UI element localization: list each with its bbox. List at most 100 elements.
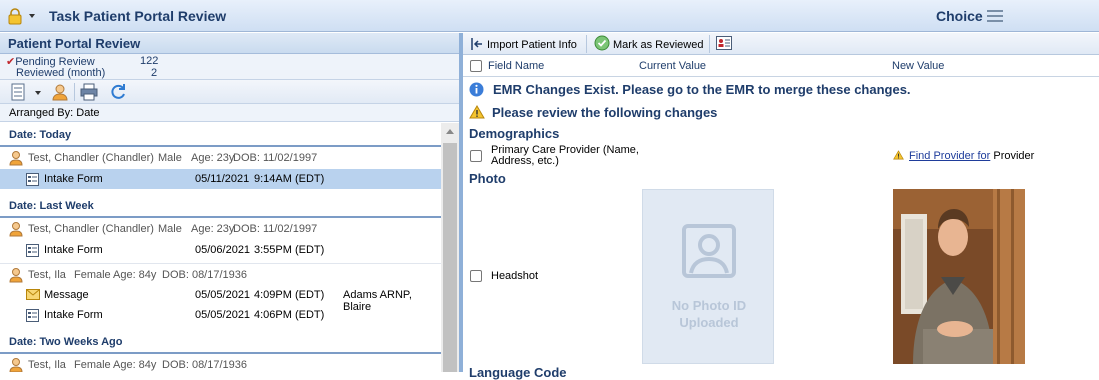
patient-dob: DOB: 08/17/1936 bbox=[162, 269, 248, 281]
import-patient-info-label: Import Patient Info bbox=[487, 39, 577, 51]
patient-name: Test, Ila bbox=[28, 269, 66, 281]
scroll-thumb[interactable] bbox=[443, 143, 457, 372]
patient-icon bbox=[9, 267, 23, 286]
patient-age: Age: 84y bbox=[113, 269, 157, 281]
import-patient-info-button[interactable]: Import Patient Info bbox=[470, 37, 577, 51]
patient-row[interactable]: Test, Ila Female Age: 84y DOB: 08/17/193… bbox=[0, 354, 441, 372]
patient-icon bbox=[9, 221, 23, 240]
refresh-icon[interactable] bbox=[109, 83, 127, 101]
item-time: 3:55PM (EDT) bbox=[254, 244, 325, 256]
patient-age: Age: 84y bbox=[113, 359, 157, 371]
no-photo-placeholder: No Photo ID Uploaded bbox=[642, 189, 774, 364]
window-title: Task Patient Portal Review bbox=[49, 8, 227, 24]
item-date: 05/06/2021 bbox=[195, 244, 251, 256]
form-icon bbox=[26, 173, 39, 189]
group-header-two-weeks-ago[interactable]: Date: Two Weeks Ago bbox=[0, 330, 441, 354]
view-options-chevron-down-icon[interactable] bbox=[35, 91, 41, 95]
patient-name: Test, Chandler (Chandler) bbox=[28, 223, 154, 235]
info-icon bbox=[469, 82, 484, 100]
item-time: 4:06PM (EDT) bbox=[254, 309, 325, 321]
no-photo-text: No Photo ID Uploaded bbox=[643, 297, 775, 331]
emr-changes-message: EMR Changes Exist. Please go to the EMR … bbox=[493, 82, 911, 97]
section-language-code: Language Code bbox=[469, 365, 567, 380]
patient-card-icon[interactable] bbox=[716, 36, 732, 53]
checkmark-icon: ✔ bbox=[6, 56, 16, 68]
patient-name: Test, Chandler (Chandler) bbox=[28, 152, 154, 164]
group-header-last-week[interactable]: Date: Last Week bbox=[0, 194, 441, 218]
column-field-name[interactable]: Field Name bbox=[488, 60, 544, 72]
check-circle-icon bbox=[594, 35, 610, 51]
choice-menu-label[interactable]: Choice bbox=[936, 8, 983, 24]
reviewed-month-count: 2 bbox=[151, 67, 158, 79]
column-new-value[interactable]: New Value bbox=[892, 60, 944, 72]
find-provider-suffix: Provider bbox=[993, 150, 1035, 162]
patient-row[interactable]: Test, Chandler (Chandler) Male Age: 23y … bbox=[0, 218, 441, 240]
form-icon bbox=[26, 309, 39, 325]
item-time: 4:09PM (EDT) bbox=[254, 289, 325, 301]
section-photo: Photo bbox=[469, 171, 506, 186]
item-time: 9:14AM (EDT) bbox=[254, 173, 325, 185]
find-provider-link[interactable]: Find Provider for bbox=[909, 150, 990, 162]
arranged-by-label[interactable]: Arranged By: Date bbox=[0, 104, 459, 122]
patient-sex: Male bbox=[158, 152, 182, 164]
list-item[interactable]: Message 05/05/2021 4:09PM (EDT) Adams AR… bbox=[0, 285, 441, 313]
pcp-field-name: Primary Care Provider (Name, Address, et… bbox=[491, 145, 639, 167]
patient-icon bbox=[9, 150, 23, 169]
no-photo-line1: No Photo ID bbox=[671, 298, 747, 313]
hamburger-menu-icon[interactable] bbox=[987, 10, 1003, 22]
scroll-up-arrow-icon[interactable] bbox=[446, 129, 454, 134]
form-icon bbox=[26, 244, 39, 260]
import-arrow-icon bbox=[471, 38, 482, 50]
list-view-icon[interactable] bbox=[10, 83, 28, 101]
item-label: Intake Form bbox=[44, 309, 103, 321]
review-list: Date: Today Test, Chandler (Chandler) Ma… bbox=[0, 123, 441, 372]
list-item[interactable]: Intake Form 05/05/2021 4:06PM (EDT) bbox=[0, 305, 441, 325]
pcp-checkbox[interactable] bbox=[470, 150, 482, 162]
lock-menu-chevron-down-icon[interactable] bbox=[29, 14, 35, 18]
mark-as-reviewed-button[interactable]: Mark as Reviewed bbox=[594, 35, 703, 51]
item-label: Message bbox=[44, 289, 89, 301]
column-current-value[interactable]: Current Value bbox=[639, 60, 706, 72]
pcp-field-line2: Address, etc.) bbox=[491, 155, 559, 167]
group-header-today[interactable]: Date: Today bbox=[0, 123, 441, 147]
list-item[interactable]: Intake Form 05/06/2021 3:55PM (EDT) bbox=[0, 240, 441, 260]
column-header-row: Field Name Current Value New Value bbox=[463, 55, 1099, 77]
lock-icon[interactable] bbox=[7, 8, 23, 28]
warning-icon bbox=[893, 150, 904, 163]
patient-user-icon[interactable] bbox=[51, 83, 69, 101]
patient-row[interactable]: Test, Ila Female Age: 84y DOB: 08/17/193… bbox=[0, 263, 441, 285]
review-stats: ✔Pending Review 122 Reviewed (month) 2 bbox=[0, 54, 459, 80]
headshot-field-name: Headshot bbox=[491, 270, 539, 282]
toolbar-separator bbox=[74, 83, 75, 101]
list-toolbar bbox=[0, 80, 459, 104]
warning-icon bbox=[469, 105, 485, 122]
list-scrollbar[interactable] bbox=[441, 123, 459, 372]
panel-header: Patient Portal Review bbox=[0, 33, 459, 54]
reviewed-month-label: Reviewed (month) bbox=[16, 67, 106, 79]
title-bar: Task Patient Portal Review Choice bbox=[0, 0, 1099, 32]
select-all-checkbox[interactable] bbox=[470, 60, 482, 72]
print-icon[interactable] bbox=[80, 83, 98, 101]
item-date: 05/05/2021 bbox=[195, 309, 251, 321]
pending-review-count: 122 bbox=[140, 55, 159, 67]
toolbar-separator bbox=[709, 35, 710, 53]
patient-sex: Male bbox=[158, 223, 182, 235]
patient-sex: Female bbox=[74, 359, 111, 371]
find-provider-row: Find Provider for Provider bbox=[909, 150, 1034, 162]
review-changes-message: Please review the following changes bbox=[492, 105, 718, 120]
portal-review-panel: Patient Portal Review ✔Pending Review 12… bbox=[0, 33, 459, 372]
patient-row[interactable]: Test, Chandler (Chandler) Male Age: 23y … bbox=[0, 147, 441, 169]
photo-placeholder-icon bbox=[681, 223, 737, 282]
patient-dob: DOB: 11/02/1997 bbox=[233, 223, 318, 235]
patient-sex: Female bbox=[74, 269, 111, 281]
envelope-icon bbox=[26, 289, 40, 303]
patient-name: Test, Ila bbox=[28, 359, 66, 371]
headshot-checkbox[interactable] bbox=[470, 270, 482, 282]
headshot-photo bbox=[893, 189, 1025, 364]
list-item-selected[interactable]: Intake Form 05/11/2021 9:14AM (EDT) bbox=[0, 169, 441, 189]
detail-toolbar: Import Patient Info Mark as Reviewed bbox=[463, 33, 1099, 55]
item-date: 05/11/2021 bbox=[195, 173, 250, 185]
review-detail-panel: Import Patient Info Mark as Reviewed Fie… bbox=[463, 33, 1099, 380]
toolbar-separator bbox=[586, 35, 587, 53]
patient-dob: DOB: 08/17/1936 bbox=[162, 359, 248, 371]
